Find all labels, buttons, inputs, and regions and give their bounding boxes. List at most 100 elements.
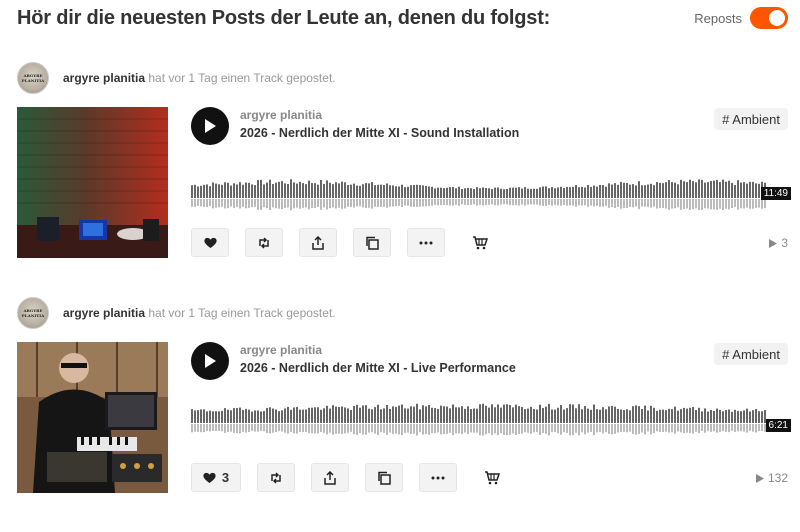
waveform-reflection-bar: [434, 424, 436, 433]
more-button[interactable]: [407, 228, 445, 257]
waveform-bar: [629, 410, 631, 423]
post-username[interactable]: argyre planitia: [63, 71, 145, 85]
waveform-reflection-bar: [596, 199, 598, 206]
waveform-bar: [482, 403, 484, 423]
waveform-bar: [464, 408, 466, 423]
waveform-reflection-bar: [671, 199, 673, 209]
copy-link-button[interactable]: [353, 228, 391, 257]
waveform-bar: [242, 184, 244, 198]
waveform-reflection-bar: [413, 424, 415, 434]
waveform-reflection-bar: [314, 199, 316, 208]
waveform-reflection-bar: [572, 199, 574, 206]
waveform-reflection-bar: [341, 199, 343, 209]
buy-button[interactable]: [473, 463, 511, 492]
waveform-reflection-bar: [497, 199, 499, 206]
waveform-bar: [737, 180, 739, 198]
avatar[interactable]: ARGYRE PLANITIA: [17, 297, 49, 329]
track-title[interactable]: 2026 - Nerdlich der Mitte XI - Sound Ins…: [240, 126, 519, 140]
waveform-reflection-bar: [317, 199, 319, 207]
waveform-bar: [620, 409, 622, 423]
waveform-reflection-bar: [656, 199, 658, 209]
waveform-reflection-bar: [362, 199, 364, 208]
waveform-reflection-bar: [419, 199, 421, 207]
waveform-reflection-bar: [608, 424, 610, 434]
like-button[interactable]: 3: [191, 463, 241, 492]
play-button[interactable]: [191, 342, 229, 380]
waveform-bar: [740, 182, 742, 198]
waveform-reflection-bar: [584, 199, 586, 206]
waveform-reflection-bar: [242, 199, 244, 207]
genre-tag[interactable]: # Ambient: [714, 108, 788, 130]
waveform-bar: [548, 403, 550, 423]
waveform-reflection-bar: [329, 424, 331, 433]
avatar[interactable]: ARGYRE PLANITIA: [17, 62, 49, 94]
waveform-reflection-bar: [332, 424, 334, 435]
waveform-bar: [308, 407, 310, 423]
waveform-bar: [341, 406, 343, 423]
waveform-reflection-bar: [488, 199, 490, 205]
waveform-reflection-bar: [575, 424, 577, 433]
post-meta: hat vor 1 Tag einen Track gepostet.: [148, 306, 336, 320]
play-button[interactable]: [191, 107, 229, 145]
share-button[interactable]: [311, 463, 349, 492]
waveform[interactable]: 6:21: [191, 397, 791, 445]
waveform-reflection-bar: [602, 199, 604, 207]
post-username[interactable]: argyre planitia: [63, 306, 145, 320]
waveform-bar: [431, 407, 433, 423]
waveform-reflection-bar: [362, 424, 364, 435]
waveform-bar: [671, 409, 673, 423]
waveform-reflection-bar: [446, 199, 448, 206]
waveform-reflection-bar: [284, 199, 286, 208]
waveform-reflection-bar: [668, 424, 670, 433]
waveform-reflection-bar: [446, 424, 448, 434]
waveform-bar: [758, 411, 760, 423]
waveform-reflection-bar: [398, 199, 400, 206]
waveform-bar: [626, 182, 628, 198]
like-button[interactable]: [191, 228, 229, 257]
waveform-reflection-bar: [668, 199, 670, 210]
waveform-reflection-bar: [380, 424, 382, 433]
share-button[interactable]: [299, 228, 337, 257]
waveform-bar: [365, 183, 367, 198]
waveform-reflection-bar: [581, 199, 583, 206]
waveform-bar: [476, 187, 478, 198]
waveform-reflection-bar: [611, 199, 613, 208]
track-title[interactable]: 2026 - Nerdlich der Mitte XI - Live Perf…: [240, 361, 516, 375]
waveform-bar: [677, 410, 679, 423]
repost-button[interactable]: [257, 463, 295, 492]
waveform-reflection-bar: [218, 199, 220, 208]
genre-tag[interactable]: # Ambient: [714, 343, 788, 365]
track-artwork[interactable]: [17, 107, 168, 258]
waveform-reflection-bar: [629, 199, 631, 207]
track-artist[interactable]: argyre planitia: [240, 108, 322, 122]
waveform-reflection-bar: [425, 199, 427, 207]
waveform-bar: [251, 411, 253, 423]
track-artist[interactable]: argyre planitia: [240, 343, 322, 357]
waveform-reflection-bar: [305, 199, 307, 208]
more-button[interactable]: [419, 463, 457, 492]
buy-button[interactable]: [461, 228, 499, 257]
reposts-toggle[interactable]: [750, 7, 788, 29]
waveform-bar: [743, 410, 745, 423]
track-duration: 11:49: [760, 187, 791, 200]
waveform-bar: [305, 184, 307, 198]
waveform-bar: [650, 405, 652, 423]
waveform-reflection-bar: [512, 424, 514, 434]
waveform-bar: [488, 188, 490, 198]
repost-button[interactable]: [245, 228, 283, 257]
waveform-bar: [506, 188, 508, 198]
waveform-bar: [272, 408, 274, 423]
track-artwork[interactable]: [17, 342, 168, 493]
waveform-bar: [359, 407, 361, 423]
waveform-bar: [449, 187, 451, 198]
waveform-reflection-bar: [197, 424, 199, 432]
copy-link-button[interactable]: [365, 463, 403, 492]
waveform-bar: [557, 187, 559, 198]
waveform-reflection-bar: [458, 424, 460, 434]
waveform-bar: [635, 185, 637, 198]
waveform-bar: [230, 410, 232, 423]
waveform[interactable]: 11:49: [191, 172, 791, 220]
waveform-reflection-bar: [410, 199, 412, 207]
waveform-reflection-bar: [428, 424, 430, 435]
waveform-bar: [362, 405, 364, 423]
